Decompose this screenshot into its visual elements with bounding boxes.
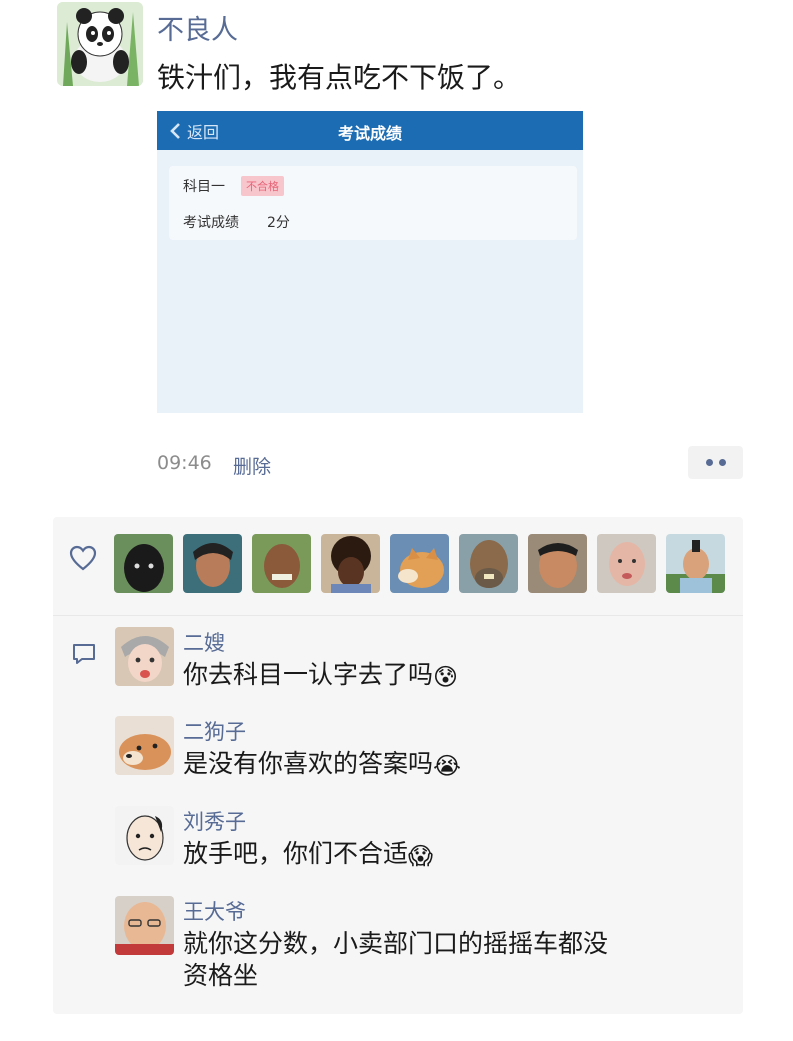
like-avatar[interactable] <box>666 534 725 593</box>
delete-link[interactable]: 删除 <box>233 452 271 479</box>
comment-text: 你去科目一认字去了吗😰 <box>183 659 623 691</box>
comment-icon <box>73 644 95 664</box>
poster-name[interactable]: 不良人 <box>157 8 238 47</box>
screaming-emoji-icon: 😱 <box>408 842 434 870</box>
commenter-avatar[interactable] <box>115 627 174 686</box>
like-avatar[interactable] <box>390 534 449 593</box>
more-dot-icon <box>705 459 713 466</box>
comment-text: 就你这分数，小卖部门口的摇摇车都没资格坐 <box>183 929 609 990</box>
like-avatar[interactable] <box>321 534 380 593</box>
embed-subject: 科目一 <box>183 179 225 195</box>
crying-emoji-icon: 😭 <box>433 752 462 780</box>
like-avatar[interactable] <box>597 534 656 593</box>
like-avatar[interactable] <box>252 534 311 593</box>
interaction-panel: 二嫂 你去科目一认字去了吗😰 二狗子 是没有你喜欢的答案吗😭 刘秀子 放手吧，你… <box>53 517 743 1014</box>
embed-subject-row: 科目一 不合格 <box>183 176 284 196</box>
embed-score-row: 考试成绩 2分 <box>183 212 290 232</box>
embed-score-value: 2分 <box>267 215 290 231</box>
fail-badge: 不合格 <box>241 176 284 196</box>
like-avatar[interactable] <box>183 534 242 593</box>
panda-avatar-image <box>57 2 143 86</box>
commenter-avatar[interactable] <box>115 896 174 955</box>
comment-text: 放手吧，你们不合适😱 <box>183 838 623 870</box>
comment-text-body: 是没有你喜欢的答案吗 <box>183 749 434 778</box>
post-time: 09:46 <box>157 452 212 474</box>
like-avatar[interactable] <box>459 534 518 593</box>
panel-divider <box>53 615 743 616</box>
embed-score-card: 科目一 不合格 考试成绩 2分 <box>169 166 577 240</box>
poster-avatar[interactable] <box>57 2 143 86</box>
like-avatar[interactable] <box>114 534 173 593</box>
commenter-name[interactable]: 刘秀子 <box>183 806 246 836</box>
comment-text: 是没有你喜欢的答案吗😭 <box>183 748 623 780</box>
like-avatar[interactable] <box>528 534 587 593</box>
embed-header-bar: 返回 考试成绩 <box>157 111 583 150</box>
heart-icon <box>69 545 97 571</box>
embed-title: 考试成绩 <box>337 124 402 143</box>
commenter-name[interactable]: 二嫂 <box>183 627 225 657</box>
anxious-sweat-emoji-icon: 😰 <box>433 663 459 691</box>
commenter-name[interactable]: 王大爷 <box>183 896 246 926</box>
comment-text-body: 放手吧，你们不合适 <box>183 839 409 868</box>
post-text: 铁汁们，我有点吃不下饭了。 <box>157 61 522 94</box>
embed-score-label: 考试成绩 <box>183 215 239 231</box>
comment-text-body: 你去科目一认字去了吗 <box>183 660 434 689</box>
commenter-avatar[interactable] <box>115 806 174 865</box>
commenter-avatar[interactable] <box>115 716 174 775</box>
likes-row <box>53 517 743 601</box>
post-image[interactable]: 返回 考试成绩 科目一 不合格 考试成绩 2分 <box>157 111 583 413</box>
more-actions-button[interactable] <box>688 446 743 479</box>
more-dot-icon <box>718 459 726 466</box>
commenter-name[interactable]: 二狗子 <box>183 716 246 746</box>
